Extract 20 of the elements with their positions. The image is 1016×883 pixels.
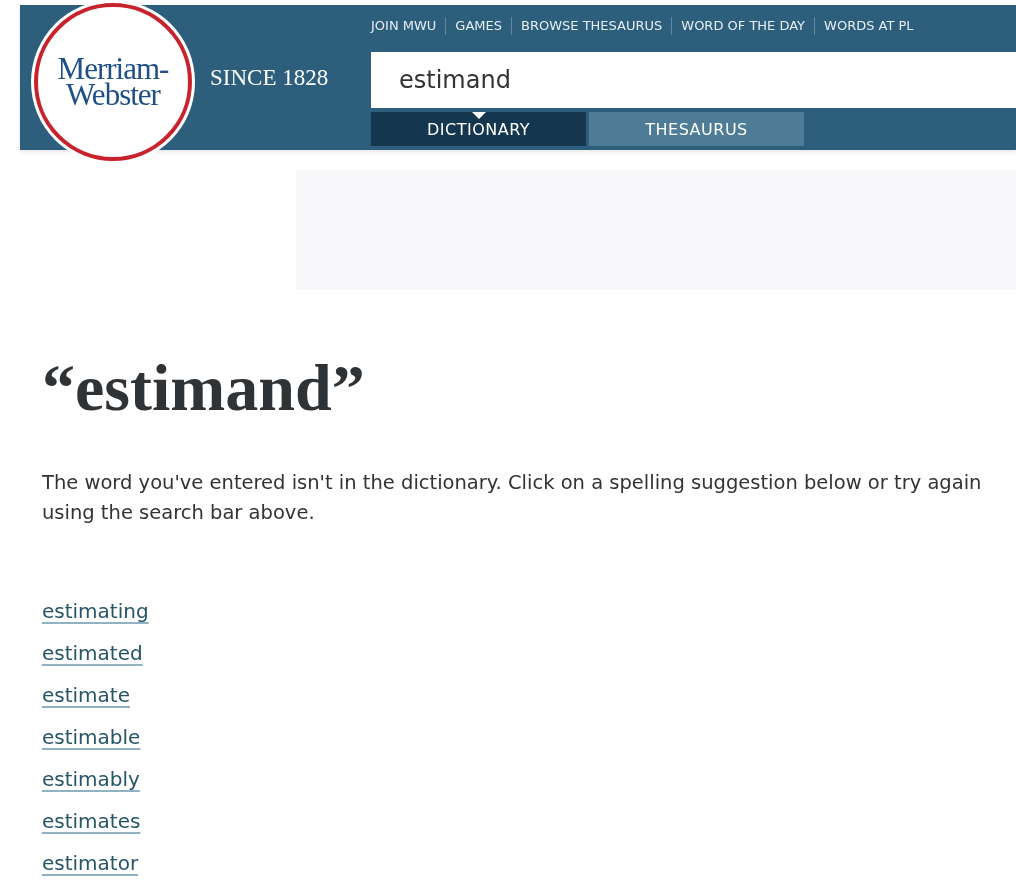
headword: “estimand” xyxy=(42,350,366,426)
search-field[interactable]: estimand xyxy=(371,52,1016,108)
suggestion-link[interactable]: estimable xyxy=(42,722,141,752)
suggestion-link[interactable]: estimated xyxy=(42,638,143,668)
nav-link[interactable]: JOIN MWU xyxy=(371,17,446,35)
suggestion-link[interactable]: estimate xyxy=(42,680,130,710)
logo-text: Merriam-Webster xyxy=(56,56,170,108)
nav-link[interactable]: GAMES xyxy=(445,17,511,35)
nav-link[interactable]: WORDS AT PL xyxy=(814,17,923,35)
suggestion-link[interactable]: estimator xyxy=(42,848,139,878)
suggestion-link[interactable]: estimating xyxy=(42,596,149,626)
not-found-message: The word you've entered isn't in the dictionary. Click on a spelling suggestion below or try again using the search bar above. xyxy=(42,470,982,526)
nav-link[interactable]: WORD OF THE DAY xyxy=(671,17,815,35)
suggestion-link[interactable]: estimably xyxy=(42,764,140,794)
search-tab[interactable]: THESAURUS xyxy=(589,112,804,146)
tagline: SINCE 1828 xyxy=(210,65,329,91)
search-tab[interactable]: DICTIONARY xyxy=(371,112,586,146)
suggestion-link[interactable]: estimates xyxy=(42,806,141,836)
nav-link[interactable]: BROWSE THESAURUS xyxy=(511,17,672,35)
logo[interactable]: Merriam-Webster xyxy=(34,3,192,161)
